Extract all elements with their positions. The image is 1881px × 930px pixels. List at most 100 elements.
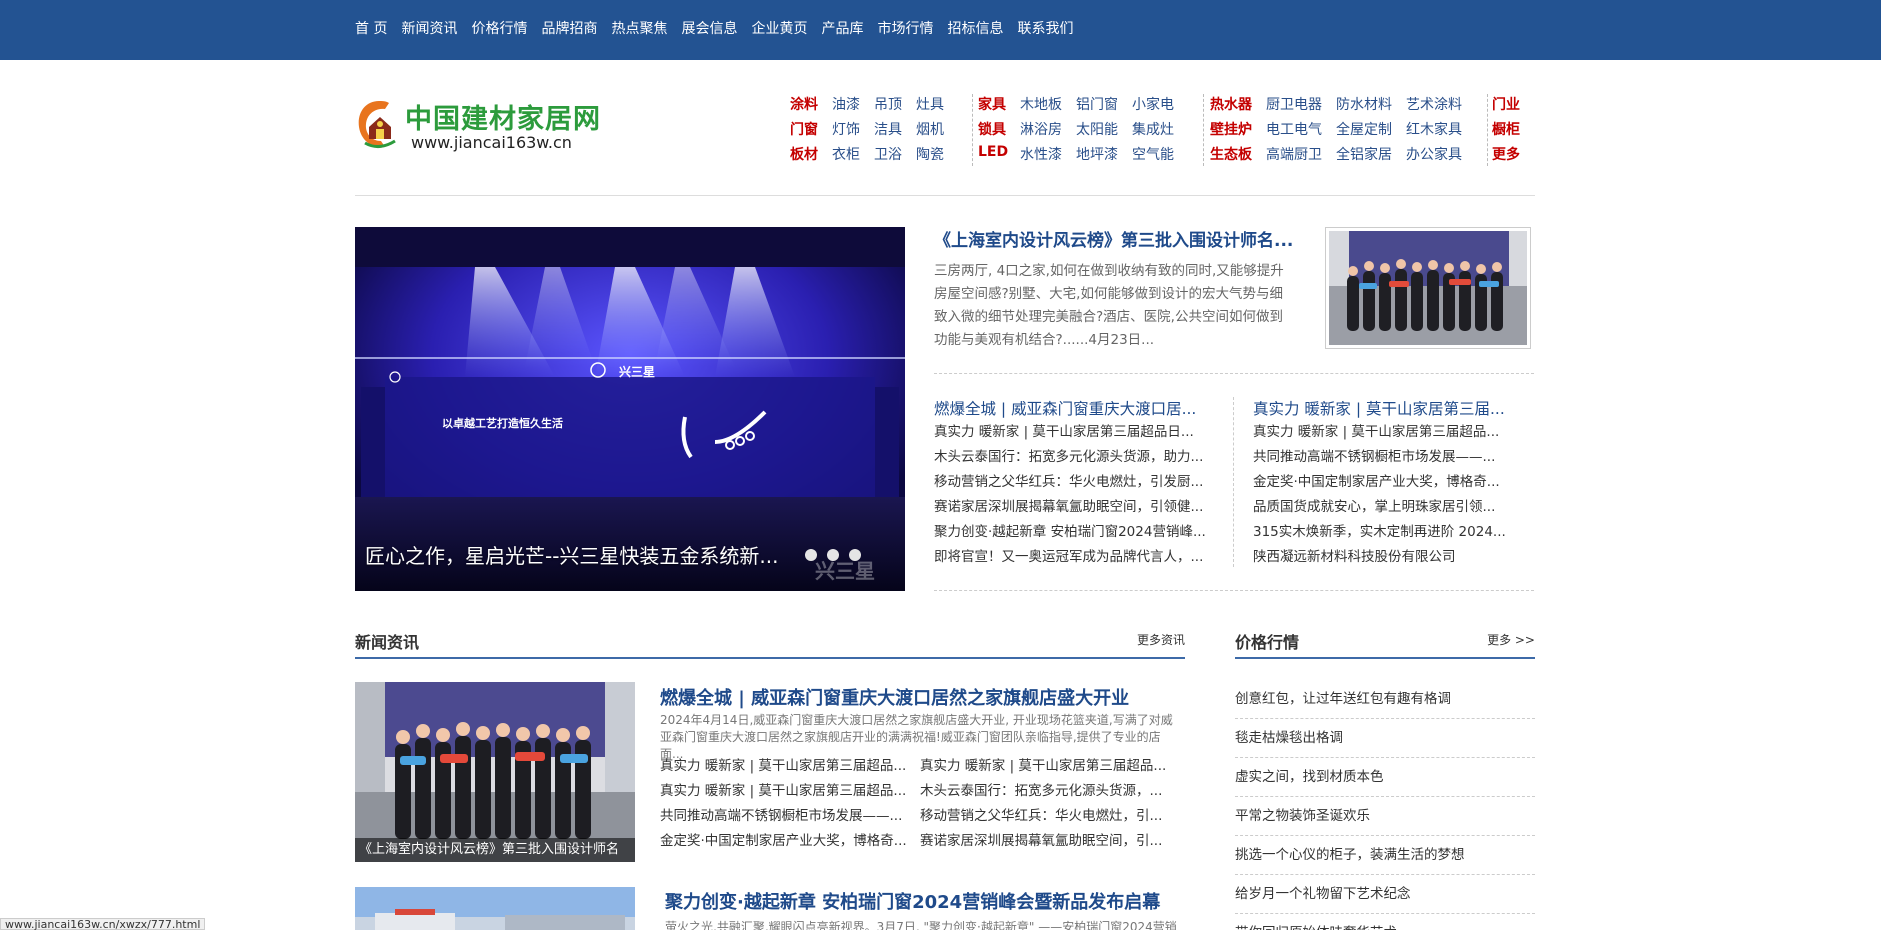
category-link[interactable]: 防水材料 <box>1336 94 1392 114</box>
headline-title[interactable]: 《上海室内设计风云榜》第三批入围设计师名... <box>934 226 1293 251</box>
nav-item[interactable]: 联系我们 <box>1017 18 1073 38</box>
news-link[interactable]: 移动营销之父华红兵：华火电燃灶，引发厨... <box>934 470 1206 495</box>
category-link[interactable]: 壁挂炉 <box>1210 119 1252 139</box>
feature2-title[interactable]: 聚力创变·越起新章 安柏瑞门窗2024营销峰会暨新品发布启幕 <box>665 888 1160 914</box>
price-more-link[interactable]: 更多 >> <box>1487 631 1535 648</box>
category-link[interactable]: 铝门窗 <box>1076 94 1118 114</box>
category-link[interactable]: 灶具 <box>916 94 944 114</box>
news-section-header: 新闻资讯 更多资讯 <box>355 625 1185 659</box>
slide-dot[interactable] <box>827 549 839 561</box>
news-right-title[interactable]: 真实力 暖新家 | 莫干山家居第三届... <box>1253 397 1505 419</box>
slide-dot[interactable] <box>805 549 817 561</box>
category-link[interactable]: 板材 <box>790 144 818 164</box>
feature-title[interactable]: 燃爆全城 | 威亚森门窗重庆大渡口居然之家旗舰店盛大开业 <box>660 684 1129 710</box>
category-link[interactable]: 热水器 <box>1210 94 1252 114</box>
category-link[interactable]: 锁具 <box>978 119 1006 139</box>
slideshow-dots <box>805 549 871 561</box>
category-link[interactable]: 灯饰 <box>832 119 860 139</box>
category-link[interactable]: 橱柜 <box>1492 119 1520 139</box>
nav-item[interactable]: 展会信息 <box>681 18 737 38</box>
category-link[interactable]: LED <box>978 144 1008 160</box>
news-link[interactable]: 移动营销之父华红兵：华火电燃灶，引... <box>920 804 1162 829</box>
news-link[interactable]: 金定奖·中国定制家居产业大奖，博格奇... <box>1253 470 1506 495</box>
headline-thumbnail[interactable] <box>1325 227 1531 349</box>
hero-slideshow[interactable]: 以卓越工艺打造恒久生活 兴三星 兴三星 匠心之作，星启光芒--兴三星快装五金系统… <box>355 227 905 591</box>
category-link[interactable]: 更多 <box>1492 144 1520 164</box>
category-link[interactable]: 水性漆 <box>1020 144 1062 164</box>
news-link[interactable]: 即将官宣！又一奥运冠军成为品牌代言人，... <box>934 545 1206 570</box>
price-news-link[interactable]: 给岁月一个礼物留下艺术纪念 <box>1235 875 1535 914</box>
category-link[interactable]: 涂料 <box>790 94 818 114</box>
price-news-link[interactable]: 带你回归原始体味奢华艺术 <box>1235 914 1535 930</box>
news-link[interactable]: 真实力 暖新家 | 莫干山家居第三届超品... <box>1253 420 1506 445</box>
hero-brand-text: 兴三星 <box>619 365 656 379</box>
news-link[interactable]: 品质国货成就安心，掌上明珠家居引领... <box>1253 495 1506 520</box>
category-link[interactable]: 红木家具 <box>1406 119 1462 139</box>
news-link[interactable]: 真实力 暖新家 | 莫干山家居第三届超品... <box>660 779 906 804</box>
category-link[interactable]: 艺术涂料 <box>1406 94 1462 114</box>
category-link[interactable]: 高端厨卫 <box>1266 144 1322 164</box>
nav-item[interactable]: 价格行情 <box>471 18 527 38</box>
category-link[interactable]: 集成灶 <box>1132 119 1174 139</box>
price-news-link[interactable]: 平常之物装饰圣诞欢乐 <box>1235 797 1535 836</box>
category-link[interactable]: 洁具 <box>874 119 902 139</box>
nav-item[interactable]: 市场行情 <box>877 18 933 38</box>
news-link[interactable]: 赛诺家居深圳展揭幕氧氲助眠空间，引... <box>920 829 1162 854</box>
category-link[interactable]: 家具 <box>978 94 1006 114</box>
news-link[interactable]: 共同推动高端不锈钢橱柜市场发展——... <box>660 804 902 829</box>
site-logo[interactable]: 中国建材家居网 www.jiancai163w.cn <box>355 95 600 155</box>
nav-item[interactable]: 产品库 <box>821 18 863 38</box>
price-section-title: 价格行情 <box>1235 633 1300 652</box>
news-more-link[interactable]: 更多资讯 <box>1137 631 1185 648</box>
news-link[interactable]: 真实力 暖新家 | 莫干山家居第三届超品... <box>920 754 1166 779</box>
category-link[interactable]: 太阳能 <box>1076 119 1118 139</box>
price-news-link[interactable]: 虚实之间，找到材质本色 <box>1235 758 1535 797</box>
category-link[interactable]: 电工电气 <box>1266 119 1322 139</box>
news-link[interactable]: 共同推动高端不锈钢橱柜市场发展——... <box>1253 445 1506 470</box>
category-link[interactable]: 油漆 <box>832 94 860 114</box>
slide-dot[interactable] <box>849 549 861 561</box>
category-link[interactable]: 木地板 <box>1020 94 1062 114</box>
category-link[interactable]: 生态板 <box>1210 144 1252 164</box>
nav-item[interactable]: 新闻资讯 <box>401 18 457 38</box>
price-news-link[interactable]: 创意红包，让过年送红包有趣有格调 <box>1235 680 1535 719</box>
news-link[interactable]: 真实力 暖新家 | 莫干山家居第三届超品日... <box>934 420 1206 445</box>
header-divider <box>355 195 1535 196</box>
logo-url: www.jiancai163w.cn <box>411 133 572 152</box>
news-thumbnail[interactable]: 《上海室内设计风云榜》第三批入围设计师名 <box>355 682 635 862</box>
category-link[interactable]: 地坪漆 <box>1076 144 1118 164</box>
category-link[interactable]: 陶瓷 <box>916 144 944 164</box>
category-link[interactable]: 全铝家居 <box>1336 144 1392 164</box>
news-link[interactable]: 木头云泰国行：拓宽多元化源头货源，... <box>920 779 1162 804</box>
feature2-thumbnail[interactable] <box>355 887 635 930</box>
category-link[interactable]: 吊顶 <box>874 94 902 114</box>
hero-caption[interactable]: 匠心之作，星启光芒--兴三星快装五金系统新... <box>365 540 779 569</box>
nav-item[interactable]: 企业黄页 <box>751 18 807 38</box>
news-link[interactable]: 315实木焕新季，实木定制再进阶 2024... <box>1253 520 1506 545</box>
news-thumbnail-caption[interactable]: 《上海室内设计风云榜》第三批入围设计师名 <box>355 838 635 862</box>
nav-item[interactable]: 热点聚焦 <box>611 18 667 38</box>
category-link[interactable]: 厨卫电器 <box>1266 94 1322 114</box>
news-link[interactable]: 赛诺家居深圳展揭幕氧氲助眠空间，引领健... <box>934 495 1206 520</box>
news-link[interactable]: 真实力 暖新家 | 莫干山家居第三届超品... <box>660 754 906 779</box>
price-news-link[interactable]: 毯走枯燥毯出格调 <box>1235 719 1535 758</box>
category-link[interactable]: 门业 <box>1492 94 1520 114</box>
category-link[interactable]: 烟机 <box>916 119 944 139</box>
nav-item[interactable]: 招标信息 <box>947 18 1003 38</box>
category-link[interactable]: 办公家具 <box>1406 144 1462 164</box>
category-link[interactable]: 淋浴房 <box>1020 119 1062 139</box>
news-left-title[interactable]: 燃爆全城 | 威亚森门窗重庆大渡口居... <box>934 397 1196 419</box>
category-link[interactable]: 小家电 <box>1132 94 1174 114</box>
news-link[interactable]: 木头云泰国行：拓宽多元化源头货源，助力... <box>934 445 1206 470</box>
category-link[interactable]: 卫浴 <box>874 144 902 164</box>
nav-item[interactable]: 首 页 <box>355 18 387 38</box>
nav-item[interactable]: 品牌招商 <box>541 18 597 38</box>
category-link[interactable]: 空气能 <box>1132 144 1174 164</box>
news-link[interactable]: 陕西凝远新材料科技股份有限公司 <box>1253 545 1506 570</box>
price-news-link[interactable]: 挑选一个心仪的柜子，装满生活的梦想 <box>1235 836 1535 875</box>
category-link[interactable]: 全屋定制 <box>1336 119 1392 139</box>
category-link[interactable]: 衣柜 <box>832 144 860 164</box>
category-link[interactable]: 门窗 <box>790 119 818 139</box>
news-link[interactable]: 金定奖·中国定制家居产业大奖，博格奇... <box>660 829 907 854</box>
news-link[interactable]: 聚力创变·越起新章 安柏瑞门窗2024营销峰... <box>934 520 1206 545</box>
